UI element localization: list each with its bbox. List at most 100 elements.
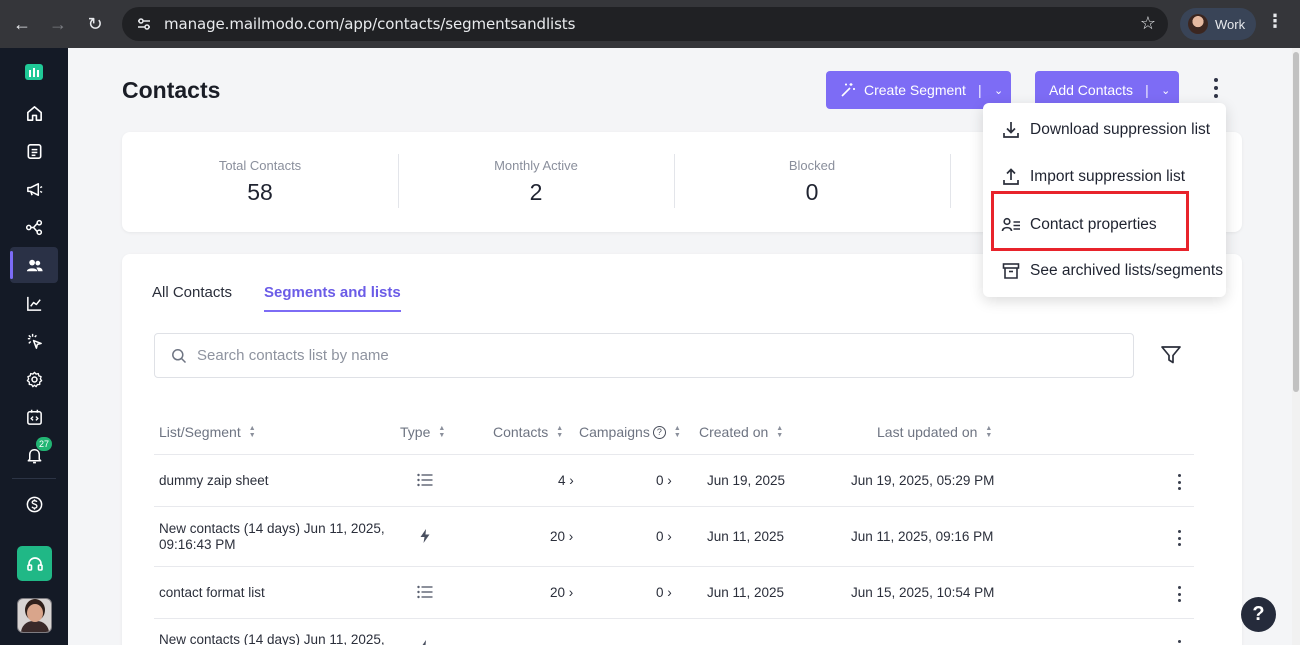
row-name[interactable]: dummy zaip sheet <box>159 473 269 488</box>
row-more-icon[interactable] <box>1178 586 1182 602</box>
column-header-last-updated[interactable]: Last updated on ▲ ▼ <box>877 424 992 440</box>
sidebar-item-journeys[interactable] <box>10 209 58 245</box>
stat-total-contacts: Total Contacts 58 <box>122 132 398 232</box>
mailmodo-logo[interactable] <box>25 64 43 80</box>
sort-icon[interactable]: ▲ ▼ <box>556 425 563 439</box>
row-last-updated: Jun 15, 2025, 10:54 PM <box>851 585 995 600</box>
sort-icon[interactable]: ▲ ▼ <box>438 425 445 439</box>
row-more-icon[interactable] <box>1178 474 1182 490</box>
tab-all-contacts[interactable]: All Contacts <box>152 284 232 310</box>
sidebar-item-analytics[interactable] <box>10 285 58 321</box>
analytics-icon <box>26 296 41 311</box>
help-question-icon[interactable]: ? <box>1241 597 1276 632</box>
chevron-down-icon[interactable]: ⌄ <box>1159 84 1173 97</box>
sidebar-item-settings[interactable] <box>10 361 58 397</box>
chevron-right-icon: › <box>667 585 672 600</box>
sidebar-item-events[interactable] <box>10 323 58 359</box>
search-input[interactable] <box>197 347 1097 364</box>
column-header-list-segment[interactable]: List/Segment ▲ ▼ <box>159 424 256 440</box>
row-created-on: Jun 19, 2025 <box>707 473 786 488</box>
sidebar-item-home[interactable] <box>10 95 58 131</box>
sidebar-item-templates[interactable] <box>10 133 58 169</box>
row-campaigns-count[interactable]: 0 › <box>656 585 672 600</box>
row-campaigns-count[interactable]: 0 › <box>656 473 672 488</box>
row-created-on: Jun 11, 2025 <box>707 585 785 600</box>
sidebar-divider <box>12 478 56 479</box>
menu-item-label: See archived lists/segments <box>1030 262 1223 279</box>
row-name[interactable]: New contacts (14 days) Jun 11, 2025, <box>159 632 399 645</box>
column-header-type[interactable]: Type ▲ ▼ <box>400 424 445 440</box>
row-name[interactable]: contact format list <box>159 585 265 600</box>
annotation-highlight-box <box>991 191 1189 251</box>
sort-icon[interactable]: ▲ ▼ <box>674 425 681 439</box>
forward-icon[interactable]: → <box>40 6 76 42</box>
profile-avatar <box>1188 14 1208 34</box>
contacts-value: 4 <box>558 473 566 488</box>
sort-icon[interactable]: ▲ ▼ <box>249 425 256 439</box>
reload-icon[interactable]: ↻ <box>77 6 113 42</box>
column-label: Contacts <box>493 424 549 440</box>
row-more-icon[interactable] <box>1178 530 1182 546</box>
scrollbar-thumb[interactable] <box>1293 52 1299 392</box>
support-button[interactable] <box>17 546 52 581</box>
column-header-campaigns[interactable]: Campaigns? ▲ ▼ <box>579 424 681 440</box>
campaigns-value: 0 <box>656 473 664 488</box>
sidebar-item-billing[interactable] <box>10 486 58 522</box>
address-bar[interactable]: manage.mailmodo.com/app/contacts/segment… <box>122 7 1168 41</box>
row-last-updated: Jun 11, 2025, 09:16 PM <box>851 529 994 544</box>
menu-item-see-archived[interactable]: See archived lists/segments <box>1001 259 1223 283</box>
row-more-icon[interactable] <box>1178 640 1182 645</box>
upload-icon <box>1003 168 1019 185</box>
campaigns-megaphone-icon <box>26 182 42 196</box>
site-settings-icon[interactable] <box>136 16 152 32</box>
stat-blocked: Blocked 0 <box>674 132 950 232</box>
page-title: Contacts <box>122 77 221 103</box>
journeys-icon <box>25 219 42 235</box>
button-separator: | <box>1145 82 1149 98</box>
column-header-created-on[interactable]: Created on ▲ ▼ <box>699 424 783 440</box>
sidebar-item-campaigns[interactable] <box>10 171 58 207</box>
bookmark-star-icon[interactable]: ☆ <box>1140 13 1156 34</box>
lightning-icon <box>422 640 426 645</box>
filter-icon[interactable] <box>1160 344 1182 366</box>
url-text: manage.mailmodo.com/app/contacts/segment… <box>164 15 576 33</box>
page-scrollbar[interactable] <box>1292 48 1300 645</box>
chevron-down-icon[interactable]: ⌄ <box>992 84 1006 97</box>
profile-chip[interactable]: Work <box>1180 8 1256 40</box>
archive-icon <box>1002 263 1020 279</box>
sort-icon[interactable]: ▲ ▼ <box>985 425 992 439</box>
sidebar-item-contacts[interactable] <box>10 247 58 283</box>
sidebar: 27 <box>0 48 68 645</box>
help-circle-icon[interactable]: ? <box>652 425 666 439</box>
table-divider <box>154 506 1194 507</box>
browser-menu-icon[interactable]: ⋮ <box>1266 12 1284 30</box>
campaigns-value: 0 <box>656 585 664 600</box>
list-icon <box>417 473 433 487</box>
row-contacts-count[interactable]: 20 › <box>550 585 573 600</box>
row-name[interactable]: New contacts (14 days) Jun 11, 2025, 09:… <box>159 521 399 553</box>
row-contacts-count[interactable]: 20 › <box>550 529 573 544</box>
menu-item-download-suppression-list[interactable]: Download suppression list <box>1001 118 1210 142</box>
more-options-icon[interactable] <box>1206 76 1226 100</box>
column-header-contacts[interactable]: Contacts ▲ ▼ <box>493 424 563 440</box>
add-contacts-label: Add Contacts <box>1049 82 1134 98</box>
sidebar-item-notifications[interactable]: 27 <box>10 437 58 473</box>
row-contacts-count[interactable]: 4 › <box>558 473 574 488</box>
templates-icon <box>27 143 41 159</box>
row-campaigns-count[interactable]: 0 › <box>656 529 672 544</box>
back-icon[interactable]: ← <box>4 6 40 42</box>
sidebar-item-developer[interactable] <box>10 399 58 435</box>
button-separator: | <box>977 82 982 98</box>
tab-segments-and-lists[interactable]: Segments and lists <box>264 284 401 312</box>
row-created-on: Jun 11, 2025 <box>707 529 785 544</box>
events-click-icon <box>27 333 42 349</box>
create-segment-label: Create Segment <box>864 82 966 98</box>
menu-item-import-suppression-list[interactable]: Import suppression list <box>1001 165 1185 189</box>
stat-divider <box>950 154 951 208</box>
sort-icon[interactable]: ▲ ▼ <box>776 425 783 439</box>
create-segment-button[interactable]: Create Segment | ⌄ <box>826 71 1011 109</box>
user-avatar[interactable] <box>17 598 52 633</box>
billing-dollar-icon <box>26 496 42 512</box>
chevron-right-icon: › <box>569 473 574 488</box>
list-icon <box>417 585 433 599</box>
